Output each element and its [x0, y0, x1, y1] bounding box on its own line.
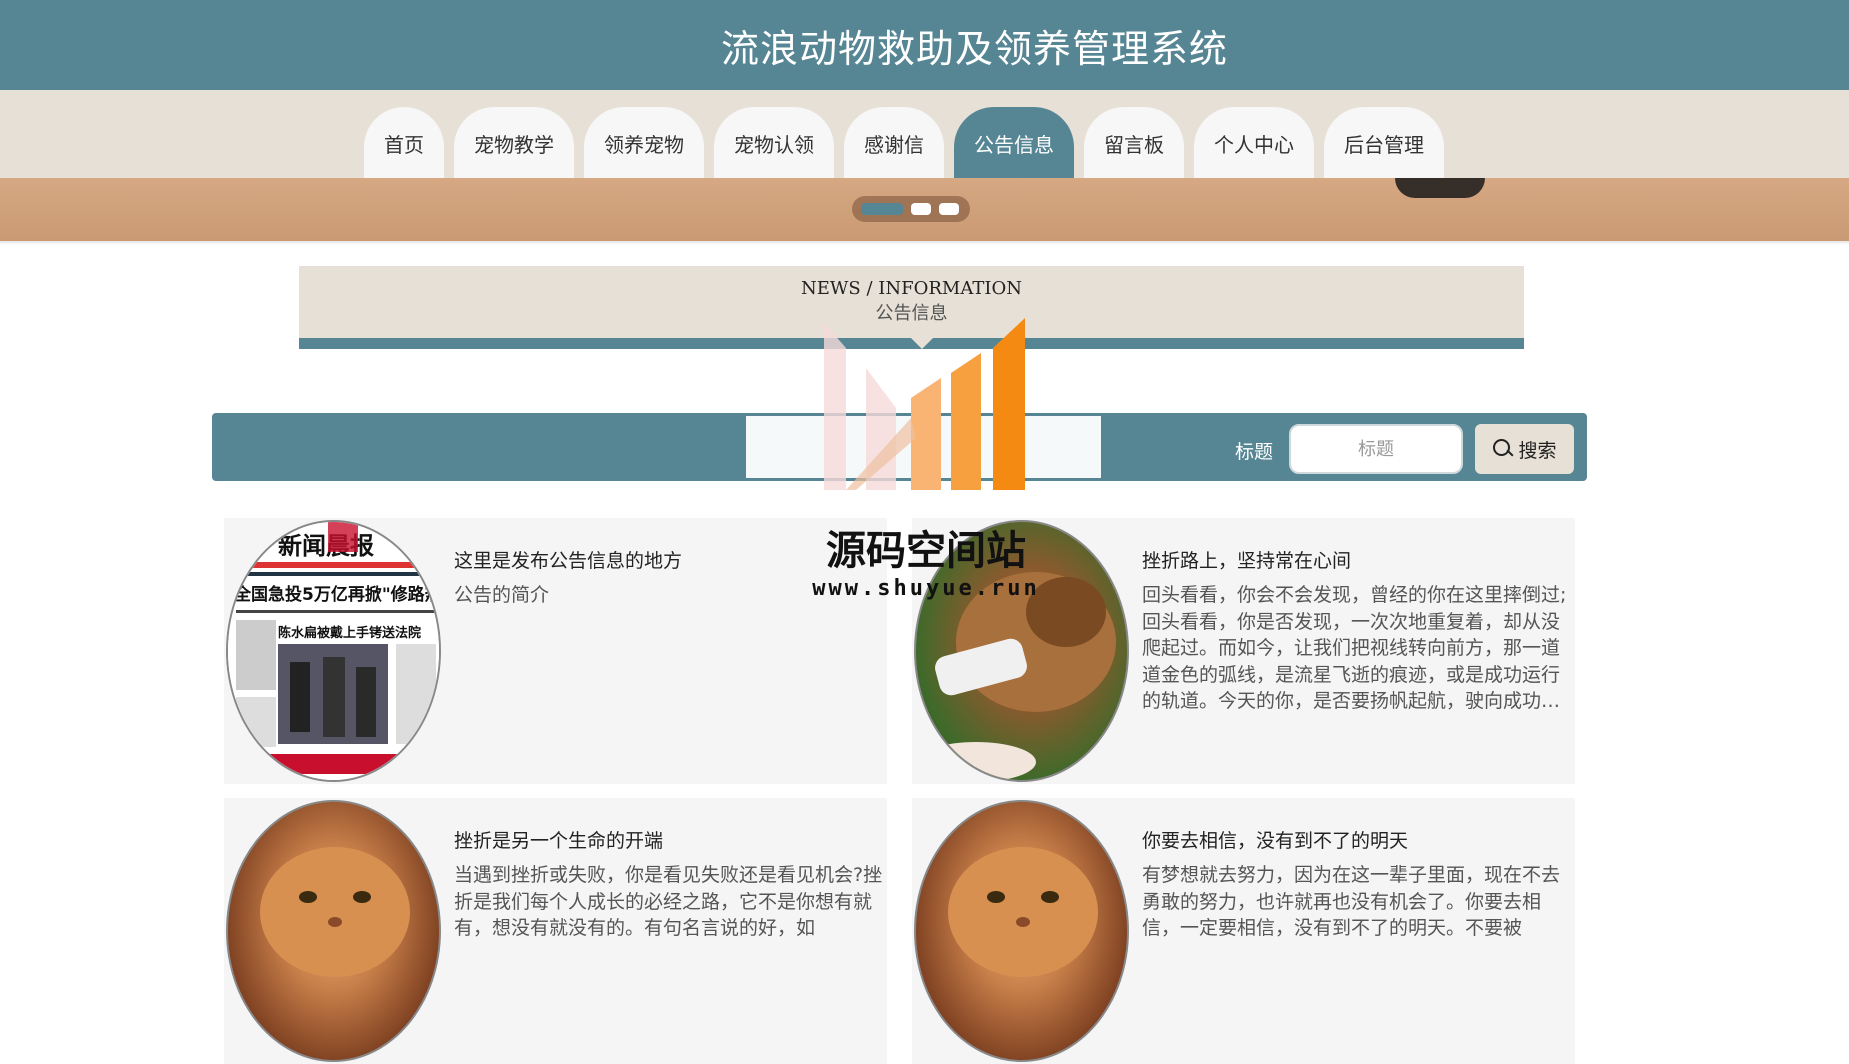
search-button-label: 搜索	[1518, 436, 1556, 463]
notice-desc: 有梦想就去努力，因为在这一辈子里面，现在不去勇敢的努力，也许就再也没有机会了。你…	[1142, 862, 1572, 942]
search-button[interactable]: 搜索	[1475, 424, 1574, 474]
banner-image-fragment	[1395, 178, 1485, 198]
notice-image	[914, 520, 1129, 782]
section-title-zh: 公告信息	[299, 299, 1524, 325]
carousel-dot[interactable]	[939, 203, 959, 215]
notice-image	[226, 800, 441, 1062]
notice-title[interactable]: 你要去相信，没有到不了的明天	[1142, 826, 1408, 853]
notice-desc: 回头看看，你会不会发现，曾经的你在这里摔倒过;回头看看，你是否发现，一次次地重复…	[1142, 582, 1572, 715]
section-title-box: NEWS / INFORMATION 公告信息	[299, 266, 1524, 338]
section-title-arrow	[904, 331, 940, 349]
notice-card[interactable]: 挫折路上，坚持常在心间 回头看看，你会不会发现，曾经的你在这里摔倒过;回头看看，…	[912, 518, 1575, 784]
notice-image	[914, 800, 1129, 1062]
notice-desc: 公告的简介	[454, 582, 884, 609]
nav-item-home[interactable]: 首页	[364, 107, 444, 179]
search-icon	[1492, 438, 1514, 460]
nav-item-personal-center[interactable]: 个人中心	[1194, 107, 1314, 179]
notice-title[interactable]: 挫折路上，坚持常在心间	[1142, 546, 1351, 573]
site-header: 流浪动物救助及领养管理系统	[0, 0, 1849, 90]
site-title: 流浪动物救助及领养管理系统	[721, 18, 1228, 73]
divider	[0, 241, 1849, 245]
notice-title[interactable]: 挫折是另一个生命的开端	[454, 826, 663, 853]
nav-item-thank-you-letters[interactable]: 感谢信	[844, 107, 944, 179]
cat-icon	[916, 802, 1129, 1062]
search-label: 标题	[1235, 437, 1273, 464]
carousel-dot[interactable]	[911, 203, 931, 215]
main-nav: 首页 宠物教学 领养宠物 宠物认领 感谢信 公告信息 留言板 个人中心 后台管理	[364, 107, 1444, 179]
nav-item-admin[interactable]: 后台管理	[1324, 107, 1444, 179]
nav-item-message-board[interactable]: 留言板	[1084, 107, 1184, 179]
notice-card[interactable]: 你要去相信，没有到不了的明天 有梦想就去努力，因为在这一辈子里面，现在不去勇敢的…	[912, 798, 1575, 1064]
notice-image: 新闻晨报 全国急投5万亿再掀"修路热" 陈水扁被戴上手铐送法院	[226, 520, 441, 782]
search-input[interactable]	[1289, 424, 1463, 474]
notice-desc: 当遇到挫折或失败，你是看见失败还是看见机会?挫折是我们每个人成长的必经之路，它不…	[454, 862, 884, 942]
dog-icon	[916, 522, 1129, 782]
nav-item-pet-teaching[interactable]: 宠物教学	[454, 107, 574, 179]
svg-text:全国急投5万亿再掀"修路热": 全国急投5万亿再掀"修路热"	[233, 584, 441, 605]
svg-text:新闻晨报: 新闻晨报	[278, 531, 374, 560]
cat-icon	[228, 802, 441, 1062]
newspaper-icon: 新闻晨报 全国急投5万亿再掀"修路热" 陈水扁被戴上手铐送法院	[228, 522, 441, 782]
nav-item-announcements[interactable]: 公告信息	[954, 107, 1074, 179]
svg-text:陈水扁被戴上手铐送法院: 陈水扁被戴上手铐送法院	[278, 625, 421, 641]
nav-item-claim-pet[interactable]: 宠物认领	[714, 107, 834, 179]
notice-card[interactable]: 挫折是另一个生命的开端 当遇到挫折或失败，你是看见失败还是看见机会?挫折是我们每…	[224, 798, 887, 1064]
section-title-en: NEWS / INFORMATION	[299, 278, 1524, 299]
carousel-dot[interactable]	[861, 203, 903, 215]
nav-item-adopt-pet[interactable]: 领养宠物	[584, 107, 704, 179]
notice-title[interactable]: 这里是发布公告信息的地方	[454, 546, 682, 573]
carousel-indicator	[852, 196, 970, 222]
notice-card[interactable]: 新闻晨报 全国急投5万亿再掀"修路热" 陈水扁被戴上手铐送法院 这里是发布公告信…	[224, 518, 887, 784]
